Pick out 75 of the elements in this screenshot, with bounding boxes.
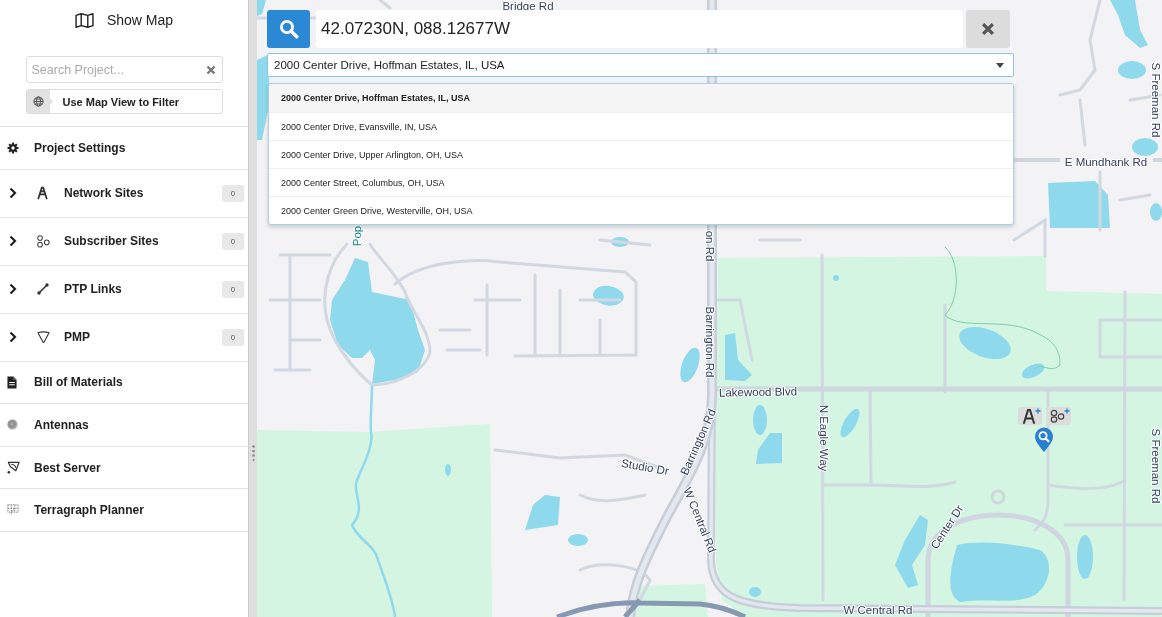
lake: [959, 326, 1011, 360]
lake: [725, 333, 752, 381]
street-label: Studio Dr: [620, 456, 670, 478]
map-icon: [74, 12, 94, 28]
filter-button[interactable]: Use Map View to Filter: [25, 89, 223, 114]
lake: [1150, 203, 1162, 221]
street-label: Bridge Rd: [502, 0, 554, 12]
coordinate-input[interactable]: 42.07230N, 088.12677W: [316, 10, 963, 48]
caret-icon: [996, 62, 1004, 68]
tower-icon: [37, 186, 48, 201]
sector-icon: [7, 461, 20, 475]
roundabout: [990, 489, 1006, 505]
sidebar-item[interactable]: Subscriber Sites 0: [0, 217, 248, 266]
road: [1098, 170, 1102, 232]
street-label: on Rd: [704, 230, 716, 262]
grip-icon: [251, 445, 255, 461]
street-label: N Eagle Way: [818, 404, 830, 472]
lake: [680, 347, 700, 383]
suggestion-option[interactable]: 2000 Center Drive, Upper Arlington, OH, USA: [269, 140, 1013, 168]
circles-plus-icon: [1047, 407, 1071, 425]
resize-handle[interactable]: [248, 0, 257, 617]
count-badge: 0: [222, 232, 244, 250]
search-field[interactable]: Search Project...: [25, 56, 223, 83]
dotted-grid-icon: [7, 504, 19, 517]
globe-icon: [26, 90, 53, 113]
road: [758, 238, 802, 242]
show-map-button[interactable]: Show Map: [70, 0, 178, 40]
search-icon: [278, 19, 299, 39]
link-icon: [37, 283, 49, 296]
road: [1118, 193, 1152, 202]
suggestion-option[interactable]: 2000 Center Green Drive, Westerville, OH, USA: [269, 196, 1013, 224]
street-label: W Central Rd: [843, 604, 913, 616]
lake: [1132, 138, 1158, 156]
street-label: S Freeman Rd: [1150, 428, 1162, 504]
lake: [568, 534, 588, 546]
triangle-icon: [37, 331, 50, 344]
lake: [611, 237, 629, 247]
lake: [1077, 535, 1093, 579]
clear-button[interactable]: [966, 10, 1010, 48]
lake: [593, 285, 624, 306]
lake: [833, 275, 839, 281]
street-label: E Mundhank Rd: [1064, 156, 1148, 168]
street-label: S Freeman Rd: [1150, 62, 1162, 138]
lake: [1118, 61, 1146, 79]
street-label: Barrington Rd: [704, 306, 716, 378]
suggestion-option[interactable]: 2000 Center Drive, Evansville, IN, USA: [269, 112, 1013, 140]
search-button[interactable]: [267, 10, 310, 48]
close-icon: [981, 22, 995, 36]
map-pin-icon: [1034, 427, 1054, 453]
document-icon: [7, 375, 17, 389]
road: [378, 0, 392, 10]
suggestion-option[interactable]: 2000 Center Street, Columbus, OH, USA: [269, 168, 1013, 196]
count-badge: 0: [222, 328, 244, 346]
tower-plus-icon: [1018, 407, 1042, 425]
lake: [1110, 0, 1148, 48]
road: [1153, 158, 1162, 162]
road: [1014, 158, 1060, 162]
suggestion-option[interactable]: 2000 Center Drive, Hoffman Estates, IL, USA: [269, 84, 1013, 112]
sphere-icon: [7, 419, 18, 431]
lake: [445, 464, 451, 476]
lake: [749, 587, 761, 597]
street-label: Lakewood Blvd: [718, 385, 798, 399]
address-select[interactable]: 2000 Center Drive, Hoffman Estates, IL, USA: [267, 53, 1014, 77]
sidebar-item[interactable]: Network Sites 0: [0, 169, 248, 218]
circles-icon: [37, 234, 50, 248]
count-badge: 0: [222, 184, 244, 202]
gear-icon: [7, 141, 19, 154]
lake: [840, 408, 860, 438]
lake: [1021, 363, 1045, 379]
sidebar-item[interactable]: PMP 0: [0, 313, 248, 362]
count-badge: 0: [222, 280, 244, 298]
road: [1012, 217, 1047, 258]
sidebar-item[interactable]: PTP Links 0: [0, 265, 248, 314]
street-label: Pop: [351, 225, 363, 247]
lake: [525, 495, 560, 530]
